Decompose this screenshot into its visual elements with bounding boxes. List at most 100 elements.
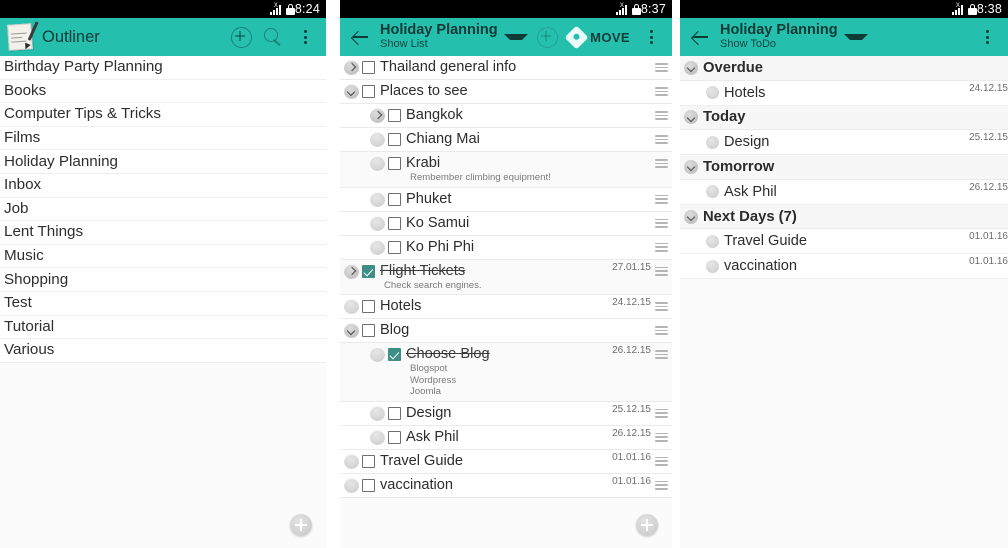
todo-item[interactable]: Design 25.12.15 <box>680 130 1008 156</box>
chevron-down-icon[interactable] <box>684 60 698 75</box>
chevron-down-icon[interactable] <box>344 84 359 99</box>
checkbox[interactable] <box>362 85 375 98</box>
drag-handle-icon[interactable] <box>655 62 668 73</box>
checkbox[interactable] <box>362 300 375 313</box>
list-item[interactable]: Music <box>0 245 326 269</box>
outline-row[interactable]: Blog <box>340 319 672 343</box>
bullet-icon[interactable] <box>706 185 719 199</box>
outline-row[interactable]: Choose Blog 26.12.15 Blogspot Wordpress Joom… <box>340 343 672 402</box>
todo-item[interactable]: vaccination 01.01.16 <box>680 254 1008 280</box>
checkbox[interactable] <box>388 406 401 420</box>
add-fab[interactable] <box>290 514 312 536</box>
overflow-menu-icon[interactable] <box>290 22 320 52</box>
add-circle-icon[interactable] <box>226 22 256 52</box>
checkbox[interactable] <box>362 264 375 278</box>
list-item[interactable]: Various <box>0 339 326 363</box>
drag-handle-icon[interactable] <box>655 86 668 97</box>
list-item[interactable]: Films <box>0 127 326 151</box>
outline-row[interactable]: Places to see <box>340 80 672 104</box>
list-item[interactable]: Shopping <box>0 268 326 292</box>
list-item[interactable]: Books <box>0 80 326 104</box>
todo-item[interactable]: Travel Guide 01.01.16 <box>680 229 1008 255</box>
outline-row[interactable]: Hotels 24.12.15 <box>340 295 672 319</box>
checkbox[interactable] <box>388 216 401 230</box>
outline-row[interactable]: Phuket <box>340 187 672 212</box>
drag-handle-icon[interactable] <box>655 266 668 277</box>
overflow-menu-icon[interactable] <box>972 22 1002 52</box>
todo-group-header[interactable]: Today <box>680 105 1008 131</box>
outline-row[interactable]: Ko Samui <box>340 211 672 236</box>
todo-group-header[interactable]: Overdue <box>680 56 1008 81</box>
chevron-down-icon[interactable] <box>684 159 698 174</box>
checkbox[interactable] <box>388 192 401 206</box>
bullet-icon[interactable] <box>706 135 719 149</box>
drag-handle-icon[interactable] <box>655 325 668 336</box>
drag-handle-icon[interactable] <box>655 480 668 491</box>
checkbox[interactable] <box>362 454 375 468</box>
checkbox[interactable] <box>388 109 401 122</box>
add-fab[interactable] <box>636 514 658 536</box>
outline-row[interactable]: Travel Guide 01.01.16 <box>340 449 672 474</box>
list-item[interactable]: Birthday Party Planning <box>0 56 326 80</box>
checkbox[interactable] <box>362 324 375 337</box>
drag-handle-icon[interactable] <box>655 456 668 467</box>
drag-handle-icon[interactable] <box>655 242 668 253</box>
checkbox[interactable] <box>388 348 401 361</box>
search-icon[interactable] <box>258 22 288 52</box>
list-item[interactable]: Job <box>0 198 326 222</box>
list-item[interactable]: Lent Things <box>0 221 326 245</box>
drag-handle-icon[interactable] <box>655 301 668 312</box>
outline-row[interactable]: Thailand general info <box>340 56 672 80</box>
todo-item[interactable]: Hotels 24.12.15 <box>680 80 1008 106</box>
outline-row[interactable]: Bangkok <box>340 104 672 128</box>
drag-handle-icon[interactable] <box>655 194 668 205</box>
chevron-down-icon[interactable] <box>344 323 359 338</box>
chevron-right-icon[interactable] <box>344 60 359 75</box>
list-item[interactable]: Tutorial <box>0 316 326 340</box>
checkbox[interactable] <box>388 157 401 170</box>
todo-group-header[interactable]: Next Days (7) <box>680 204 1008 230</box>
overflow-menu-icon[interactable] <box>636 22 666 52</box>
drag-handle-icon[interactable] <box>655 408 668 419</box>
drag-handle-icon[interactable] <box>655 218 668 229</box>
list-item[interactable]: Computer Tips & Tricks <box>0 103 326 127</box>
drag-handle-icon[interactable] <box>655 432 668 443</box>
outline-row[interactable]: Ko Phi Phi <box>340 235 672 260</box>
drag-handle-icon[interactable] <box>655 349 668 360</box>
bullet-icon[interactable] <box>706 259 719 273</box>
drag-handle-icon[interactable] <box>655 110 668 121</box>
checkbox[interactable] <box>362 61 375 74</box>
chevron-down-icon[interactable] <box>684 110 698 125</box>
chevron-down-icon[interactable] <box>843 34 868 40</box>
checkbox[interactable] <box>388 240 401 254</box>
title-block[interactable]: Holiday Planning Show ToDo <box>720 23 838 51</box>
back-arrow-icon[interactable] <box>688 24 714 50</box>
list-item[interactable]: Test <box>0 292 326 316</box>
outline-row[interactable]: Ask Phil 26.12.15 <box>340 425 672 450</box>
outline-row[interactable]: Chiang Mai <box>340 128 672 152</box>
move-button[interactable]: MOVE <box>564 24 634 50</box>
drag-handle-icon[interactable] <box>655 134 668 145</box>
chevron-right-icon[interactable] <box>370 108 385 123</box>
outline-row[interactable]: Flight Tickets 27.01.15 Check search engin… <box>340 259 672 295</box>
add-circle-icon[interactable] <box>532 22 562 52</box>
drag-handle-icon[interactable] <box>655 158 668 169</box>
chevron-down-icon[interactable] <box>684 209 698 224</box>
chevron-right-icon[interactable] <box>344 263 359 279</box>
bullet-icon[interactable] <box>706 86 719 100</box>
todo-item[interactable]: Ask Phil 26.12.15 <box>680 179 1008 205</box>
title-block[interactable]: Holiday Planning Show List <box>380 23 498 51</box>
checkbox[interactable] <box>388 430 401 444</box>
list-item[interactable]: Holiday Planning <box>0 150 326 174</box>
list-item[interactable]: Inbox <box>0 174 326 198</box>
bullet-icon[interactable] <box>706 234 719 248</box>
outline-row[interactable]: Design 25.12.15 <box>340 401 672 426</box>
chevron-down-icon[interactable] <box>503 34 528 40</box>
todo-group-header[interactable]: Tomorrow <box>680 155 1008 180</box>
outline-row[interactable]: Krabi Rembember climbing equipment! <box>340 152 672 188</box>
checkbox[interactable] <box>388 133 401 146</box>
back-arrow-icon[interactable] <box>348 24 374 50</box>
screen-holiday-planning-todo: X 8:38 Holiday Planning Show ToDo Overdu… <box>680 0 1008 548</box>
checkbox[interactable] <box>362 478 375 492</box>
outline-row[interactable]: vaccination 01.01.16 <box>340 473 672 498</box>
